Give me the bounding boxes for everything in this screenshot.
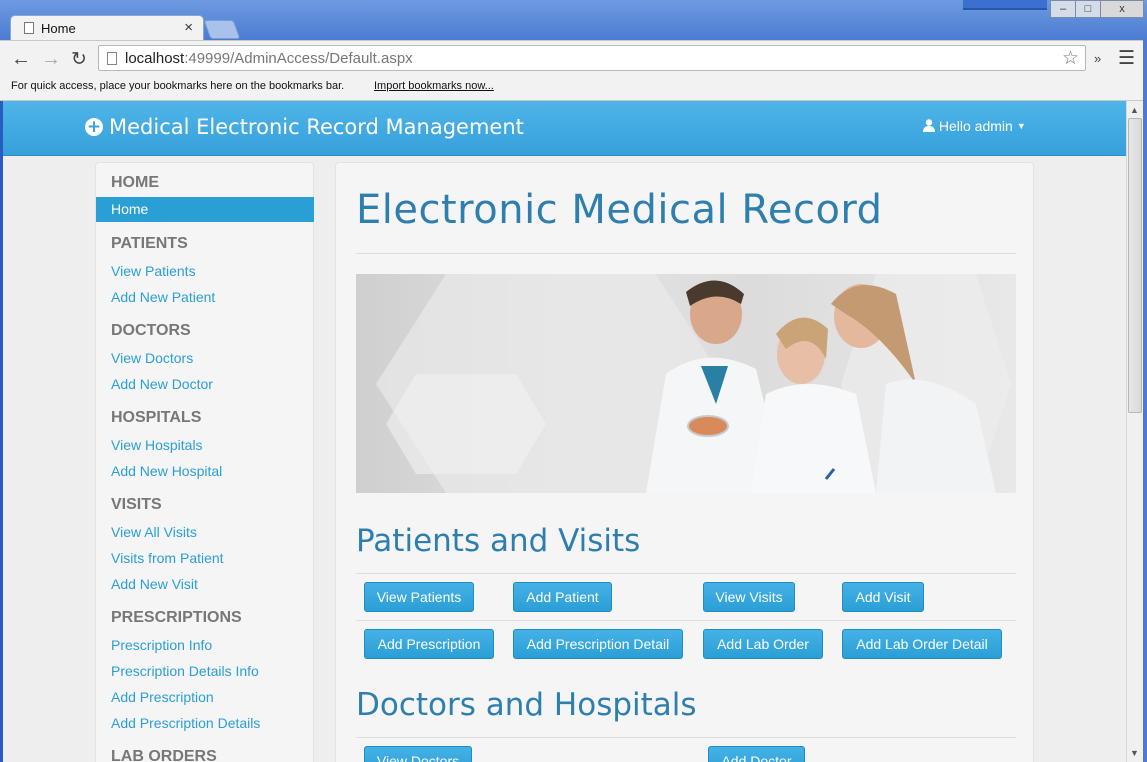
brand[interactable]: + Medical Electronic Record Management — [85, 115, 524, 139]
browser-tab-home[interactable]: Home × — [10, 15, 204, 40]
user-menu[interactable]: Hello admin ▼ — [923, 118, 1026, 134]
top-navbar: + Medical Electronic Record Management He… — [3, 101, 1126, 156]
page-title: Electronic Medical Record — [356, 187, 883, 233]
reload-icon[interactable]: ↻ — [71, 48, 87, 71]
view-doctors-button[interactable]: View Doctors — [364, 746, 472, 762]
divider — [356, 620, 1016, 621]
sidebar-item-add-prescription[interactable]: Add Prescription — [111, 689, 214, 705]
add-doctor-button[interactable]: Add Doctor — [708, 746, 805, 762]
sidebar-item-add-new-doctor[interactable]: Add New Doctor — [111, 376, 213, 392]
main-content: Electronic Medical Record Patients and V… — [335, 162, 1034, 762]
sidebar-item-view-patients[interactable]: View Patients — [111, 263, 196, 279]
new-tab-button[interactable] — [203, 20, 241, 39]
sidebar-heading-prescriptions: PRESCRIPTIONS — [111, 609, 242, 626]
add-prescription-button[interactable]: Add Prescription — [364, 629, 494, 659]
browser-toolbar: ← → ↻ localhost:49999/AdminAccess/Defaul… — [0, 40, 1147, 77]
bookmarks-bar: For quick access, place your bookmarks h… — [0, 76, 1147, 101]
bookmarks-message: For quick access, place your bookmarks h… — [11, 80, 345, 92]
sidebar-item-add-new-hospital[interactable]: Add New Hospital — [111, 463, 222, 479]
scrollbar-thumb[interactable] — [1128, 118, 1142, 413]
sidebar-item-prescription-details-info[interactable]: Prescription Details Info — [111, 663, 259, 679]
close-window-button[interactable]: x — [1100, 0, 1144, 18]
sidebar-item-add-new-visit[interactable]: Add New Visit — [111, 576, 198, 592]
sidebar-heading-doctors: DOCTORS — [111, 322, 191, 339]
sidebar-item-add-new-patient[interactable]: Add New Patient — [111, 289, 215, 305]
add-visit-button[interactable]: Add Visit — [842, 582, 924, 612]
window-frame — [1143, 40, 1147, 762]
plus-circle-icon: + — [85, 117, 103, 137]
url-path: :49999/AdminAccess/Default.aspx — [184, 50, 413, 67]
sidebar-item-home[interactable]: Home — [96, 197, 314, 222]
vertical-scrollbar[interactable]: ▲ ▼ — [1126, 101, 1144, 762]
page-icon — [24, 22, 34, 34]
scientists-image — [376, 274, 1011, 493]
user-icon — [923, 119, 935, 132]
add-prescription-detail-button[interactable]: Add Prescription Detail — [513, 629, 683, 659]
sidebar-heading-patients: PATIENTS — [111, 235, 188, 252]
divider — [356, 573, 1016, 574]
brand-title: Medical Electronic Record Management — [109, 115, 524, 139]
menu-icon[interactable]: ☰ — [1118, 47, 1135, 70]
minimize-button[interactable]: – — [1050, 0, 1076, 18]
scroll-up-icon[interactable]: ▲ — [1130, 105, 1139, 115]
sidebar-item-visits-from-patient[interactable]: Visits from Patient — [111, 550, 224, 566]
page-viewport: + Medical Electronic Record Management He… — [3, 101, 1126, 762]
address-bar[interactable]: localhost:49999/AdminAccess/Default.aspx… — [98, 45, 1086, 71]
chevron-down-icon: ▼ — [1016, 121, 1026, 131]
divider — [356, 737, 1016, 738]
sidebar-item-view-hospitals[interactable]: View Hospitals — [111, 437, 203, 453]
import-bookmarks-link[interactable]: Import bookmarks now... — [374, 80, 494, 92]
extensions-overflow-icon[interactable]: » — [1094, 51, 1101, 66]
maximize-button[interactable]: □ — [1075, 0, 1101, 18]
hero-image — [356, 274, 1016, 493]
page-icon — [107, 52, 117, 65]
back-arrow-icon[interactable]: ← — [11, 48, 31, 71]
sidebar-item-view-doctors[interactable]: View Doctors — [111, 350, 193, 366]
user-greeting: Hello admin — [938, 118, 1013, 134]
add-lab-order-button[interactable]: Add Lab Order — [703, 629, 823, 659]
sidebar-item-add-prescription-details[interactable]: Add Prescription Details — [111, 715, 260, 731]
url-text[interactable]: localhost:49999/AdminAccess/Default.aspx — [125, 50, 413, 67]
add-lab-order-detail-button[interactable]: Add Lab Order Detail — [842, 629, 1002, 659]
add-patient-button[interactable]: Add Patient — [513, 582, 612, 612]
divider — [356, 253, 1016, 254]
bookmark-star-icon[interactable]: ☆ — [1062, 47, 1079, 70]
tab-close-icon[interactable]: × — [184, 19, 193, 36]
view-visits-button[interactable]: View Visits — [703, 582, 795, 612]
sidebar-item-prescription-info[interactable]: Prescription Info — [111, 637, 212, 653]
tab-title: Home — [41, 21, 76, 36]
sidebar-heading-home: HOME — [111, 174, 159, 191]
sidebar-item-label: Home — [111, 201, 149, 217]
scroll-down-icon[interactable]: ▼ — [1130, 748, 1139, 758]
forward-arrow-icon[interactable]: → — [41, 48, 61, 71]
sidebar: HOME Home PATIENTS View Patients Add New… — [95, 162, 314, 762]
view-patients-button[interactable]: View Patients — [364, 582, 474, 612]
sidebar-heading-hospitals: HOSPITALS — [111, 409, 202, 426]
url-host: localhost — [125, 50, 185, 67]
sidebar-heading-visits: VISITS — [111, 496, 162, 513]
window-overlay-strip — [963, 0, 1047, 10]
section-heading-patients-visits: Patients and Visits — [356, 523, 641, 559]
section-heading-doctors-hospitals: Doctors and Hospitals — [356, 687, 697, 723]
sidebar-item-view-all-visits[interactable]: View All Visits — [111, 524, 197, 540]
sidebar-heading-lab-orders: LAB ORDERS — [111, 748, 217, 762]
